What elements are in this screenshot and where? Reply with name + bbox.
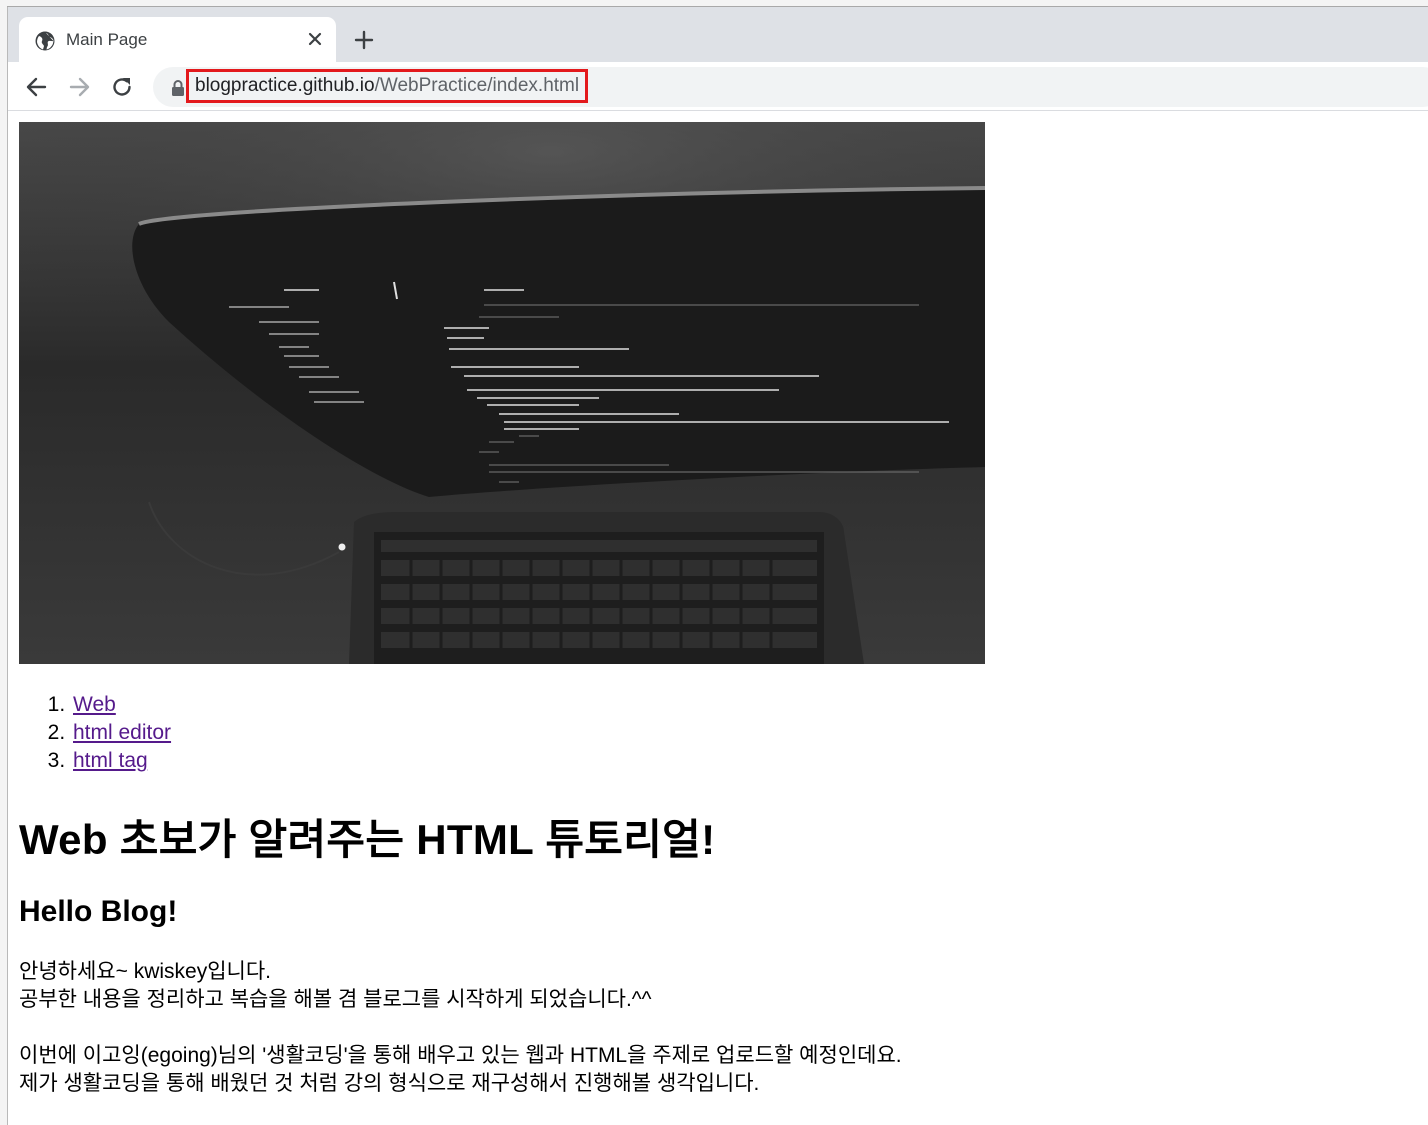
hero-image: [19, 122, 985, 664]
new-tab-icon[interactable]: [351, 27, 377, 53]
table-of-contents: Web html editor html tag: [19, 691, 171, 775]
forward-arrow-icon[interactable]: [66, 74, 92, 100]
paragraph-line: 이번에 이고잉(egoing)님의 '생활코딩'을 통해 배우고 있는 웹과 H…: [19, 1044, 902, 1067]
globe-icon: [35, 31, 55, 51]
plan-paragraph: 이번에 이고잉(egoing)님의 '생활코딩'을 통해 배우고 있는 웹과 H…: [19, 1042, 902, 1098]
page-content: Web html editor html tag Web 초보가 알려주는 HT…: [8, 111, 1428, 1125]
url-path: /WebPractice/index.html: [374, 75, 580, 96]
toc-link-html-tag[interactable]: html tag: [73, 749, 148, 772]
toc-item: Web: [71, 691, 171, 719]
page-title: Web 초보가 알려주는 HTML 튜토리얼!: [19, 816, 716, 863]
toc-item: html tag: [71, 747, 171, 775]
url-highlight-box[interactable]: blogpractice.github.io/WebPractice/index…: [186, 69, 589, 103]
paragraph-line: 안녕하세요~ kwiskey입니다.: [19, 960, 272, 983]
window-frame-left: [0, 0, 8, 1125]
toc-link-web[interactable]: Web: [73, 693, 116, 716]
reload-icon[interactable]: [109, 74, 135, 100]
section-heading: Hello Blog!: [19, 895, 178, 928]
tab-strip: Main Page: [8, 7, 1428, 63]
lock-icon: [172, 80, 184, 96]
url-host: blogpractice.github.io: [195, 75, 375, 96]
tab-title: Main Page: [66, 30, 148, 49]
intro-paragraph: 안녕하세요~ kwiskey입니다. 공부한 내용을 정리하고 복습을 해볼 겸…: [19, 958, 652, 1014]
window-frame-top: [7, 0, 1428, 7]
close-icon[interactable]: [304, 28, 326, 50]
back-arrow-icon[interactable]: [24, 74, 50, 100]
browser-toolbar: blogpractice.github.io/WebPractice/index…: [8, 62, 1428, 111]
paragraph-line: 제가 생활코딩을 통해 배웠던 것 처럼 강의 형식으로 재구성해서 진행해볼 …: [19, 1072, 760, 1095]
toc-item: html editor: [71, 719, 171, 747]
paragraph-line: 공부한 내용을 정리하고 복습을 해볼 겸 블로그를 시작하게 되었습니다.^^: [19, 988, 652, 1011]
tab-main-page[interactable]: Main Page: [19, 17, 336, 63]
toc-link-html-editor[interactable]: html editor: [73, 721, 171, 744]
address-bar[interactable]: blogpractice.github.io/WebPractice/index…: [153, 67, 1428, 107]
